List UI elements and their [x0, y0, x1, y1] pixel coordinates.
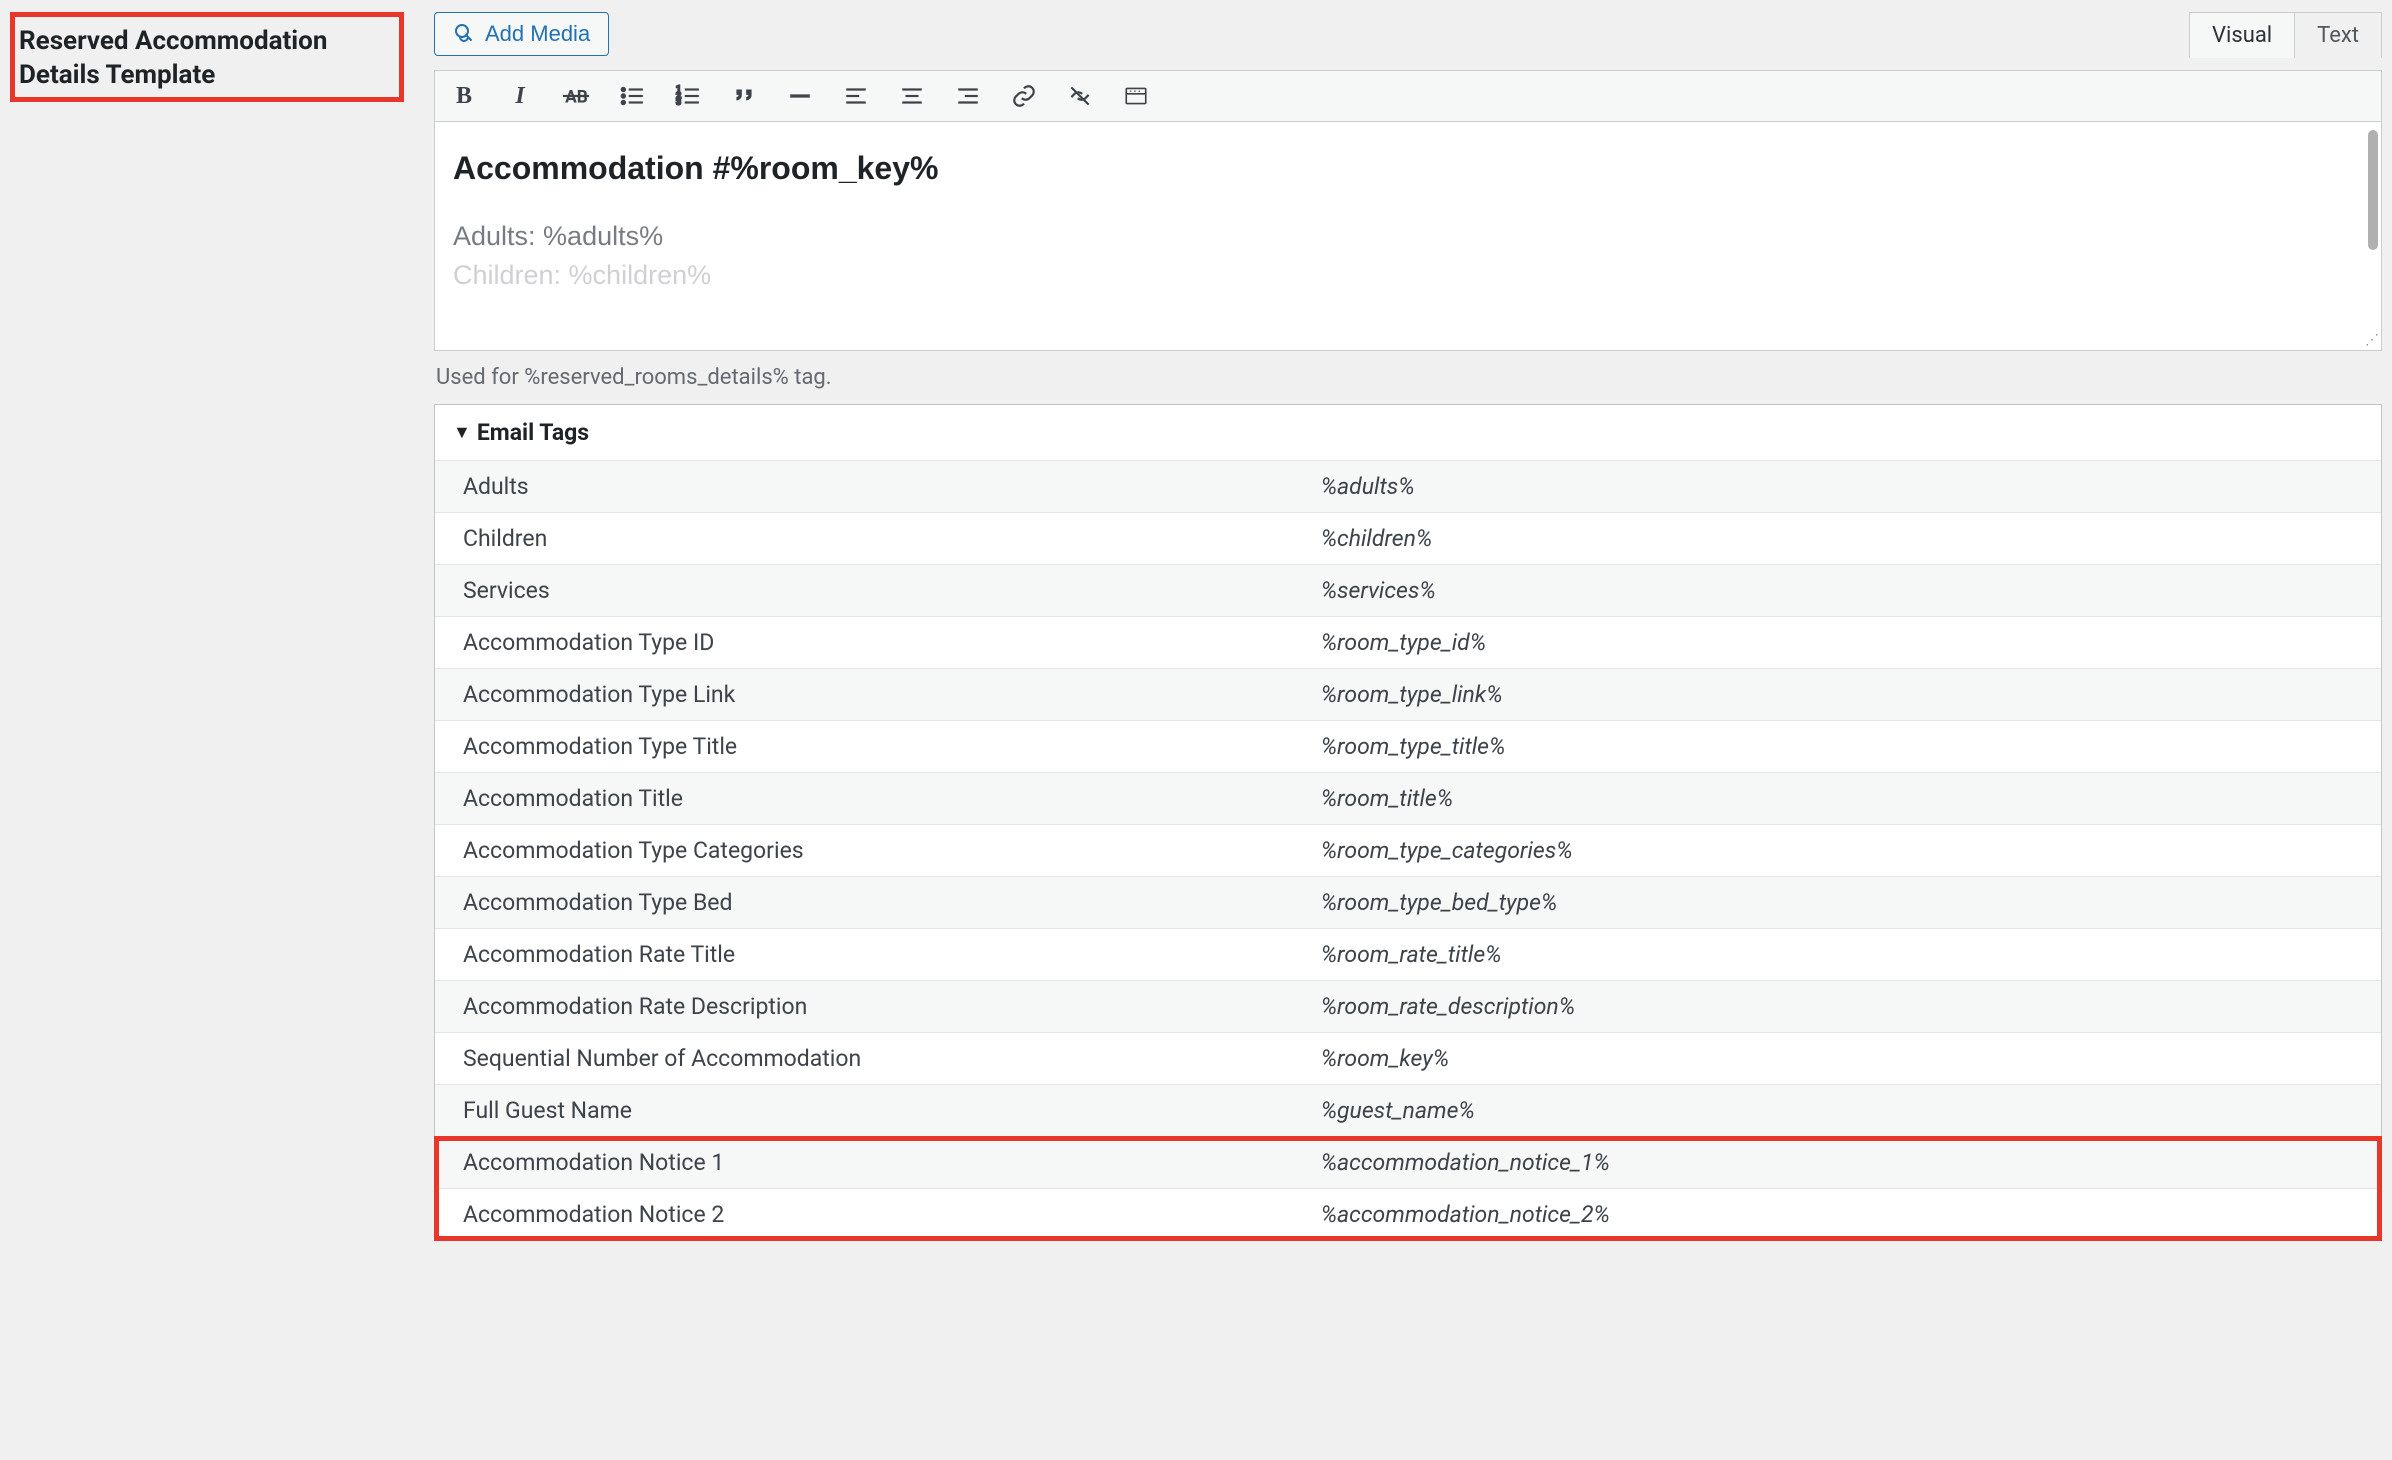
bold-button[interactable]: B	[449, 81, 479, 111]
add-media-label: Add Media	[485, 21, 590, 47]
email-tag-name: Accommodation Rate Title	[435, 929, 1311, 980]
editor-heading: Accommodation #%room_key%	[453, 150, 2363, 187]
resize-handle-icon[interactable]: ⋰	[2365, 332, 2379, 348]
email-tag-name: Accommodation Type Bed	[435, 877, 1311, 928]
email-tag-name: Accommodation Type Categories	[435, 825, 1311, 876]
email-tag-value: %room_type_id%	[1311, 617, 2381, 668]
email-tag-row: Children%children%	[435, 512, 2381, 564]
numbered-list-button[interactable]: 123	[673, 81, 703, 111]
email-tag-row: Accommodation Type Bed%room_type_bed_typ…	[435, 876, 2381, 928]
email-tag-row: Sequential Number of Accommodation%room_…	[435, 1032, 2381, 1084]
editor-tabs: Visual Text	[2189, 12, 2382, 58]
highlighted-rows: Accommodation Notice 1%accommodation_not…	[435, 1136, 2381, 1240]
align-left-button[interactable]	[841, 81, 871, 111]
svg-text:ABE: ABE	[565, 88, 589, 108]
add-media-button[interactable]: Add Media	[434, 12, 609, 56]
editor-area[interactable]: Accommodation #%room_key% Adults: %adult…	[434, 121, 2382, 351]
email-tag-name: Adults	[435, 461, 1311, 512]
email-tag-row: Services%services%	[435, 564, 2381, 616]
email-tag-value: %room_key%	[1311, 1033, 2381, 1084]
align-center-button[interactable]	[897, 81, 927, 111]
email-tags-toggle[interactable]: ▼ Email Tags	[435, 405, 2381, 460]
email-tag-row: Accommodation Rate Description%room_rate…	[435, 980, 2381, 1032]
email-tag-value: %adults%	[1311, 461, 2381, 512]
email-tag-value: %accommodation_notice_1%	[1311, 1137, 2381, 1188]
email-tags-table: Adults%adults%Children%children%Services…	[435, 460, 2381, 1240]
email-tag-name: Services	[435, 565, 1311, 616]
email-tag-name: Sequential Number of Accommodation	[435, 1033, 1311, 1084]
unlink-button[interactable]	[1065, 81, 1095, 111]
toolbar-toggle-button[interactable]	[1121, 81, 1151, 111]
email-tag-row: Accommodation Type Title%room_type_title…	[435, 720, 2381, 772]
email-tag-value: %room_type_link%	[1311, 669, 2381, 720]
email-tag-row: Full Guest Name%guest_name%	[435, 1084, 2381, 1136]
blockquote-button[interactable]	[729, 81, 759, 111]
email-tag-row: Accommodation Notice 2%accommodation_not…	[435, 1188, 2381, 1240]
email-tag-row: Accommodation Title%room_title%	[435, 772, 2381, 824]
email-tag-value: %services%	[1311, 565, 2381, 616]
email-tag-name: Children	[435, 513, 1311, 564]
email-tag-name: Accommodation Type Title	[435, 721, 1311, 772]
email-tag-row: Adults%adults%	[435, 460, 2381, 512]
email-tags-panel: ▼ Email Tags Adults%adults%Children%chil…	[434, 404, 2382, 1241]
section-label: Reserved Accommodation Details Template	[19, 25, 387, 93]
tab-text[interactable]: Text	[2295, 13, 2381, 58]
email-tag-row: Accommodation Notice 1%accommodation_not…	[435, 1136, 2381, 1188]
link-button[interactable]	[1009, 81, 1039, 111]
email-tag-row: Accommodation Type Categories%room_type_…	[435, 824, 2381, 876]
hr-button[interactable]	[785, 81, 815, 111]
email-tag-row: Accommodation Type ID%room_type_id%	[435, 616, 2381, 668]
page-container: Reserved Accommodation Details Template …	[0, 0, 2392, 1253]
strikethrough-button[interactable]: ABE	[561, 81, 591, 111]
caret-down-icon: ▼	[453, 422, 471, 443]
email-tag-row: Accommodation Rate Title%room_rate_title…	[435, 928, 2381, 980]
email-tag-value: %room_type_categories%	[1311, 825, 2381, 876]
editor-toolbar: B I ABE 123	[434, 70, 2382, 121]
email-tag-name: Accommodation Type ID	[435, 617, 1311, 668]
email-tag-value: %accommodation_notice_2%	[1311, 1189, 2381, 1240]
email-tag-name: Accommodation Type Link	[435, 669, 1311, 720]
email-tags-title: Email Tags	[477, 419, 589, 446]
email-tag-value: %children%	[1311, 513, 2381, 564]
main-column: Add Media Visual Text B I ABE 123 Accom	[434, 12, 2382, 1241]
editor-content[interactable]: Accommodation #%room_key% Adults: %adult…	[435, 122, 2381, 330]
italic-button[interactable]: I	[505, 81, 535, 111]
email-tag-value: %room_rate_description%	[1311, 981, 2381, 1032]
email-tag-name: Accommodation Title	[435, 773, 1311, 824]
email-tag-name: Accommodation Rate Description	[435, 981, 1311, 1032]
align-right-button[interactable]	[953, 81, 983, 111]
bullet-list-button[interactable]	[617, 81, 647, 111]
email-tag-value: %room_title%	[1311, 773, 2381, 824]
email-tag-value: %guest_name%	[1311, 1085, 2381, 1136]
scrollbar-thumb[interactable]	[2368, 130, 2378, 250]
tab-visual[interactable]: Visual	[2190, 13, 2295, 58]
email-tag-value: %room_type_title%	[1311, 721, 2381, 772]
media-icon	[453, 22, 477, 46]
email-tag-name: Full Guest Name	[435, 1085, 1311, 1136]
email-tag-name: Accommodation Notice 2	[435, 1189, 1311, 1240]
email-tag-value: %room_type_bed_type%	[1311, 877, 2381, 928]
email-tag-name: Accommodation Notice 1	[435, 1137, 1311, 1188]
editor-line-2: Children: %children%	[453, 256, 2363, 295]
svg-text:3: 3	[676, 98, 681, 108]
email-tag-row: Accommodation Type Link%room_type_link%	[435, 668, 2381, 720]
editor-top-row: Add Media Visual Text	[434, 12, 2382, 58]
editor-line-1: Adults: %adults%	[453, 217, 2363, 256]
email-tag-value: %room_rate_title%	[1311, 929, 2381, 980]
helper-text: Used for %reserved_rooms_details% tag.	[434, 351, 2382, 404]
section-label-box: Reserved Accommodation Details Template	[10, 12, 404, 102]
